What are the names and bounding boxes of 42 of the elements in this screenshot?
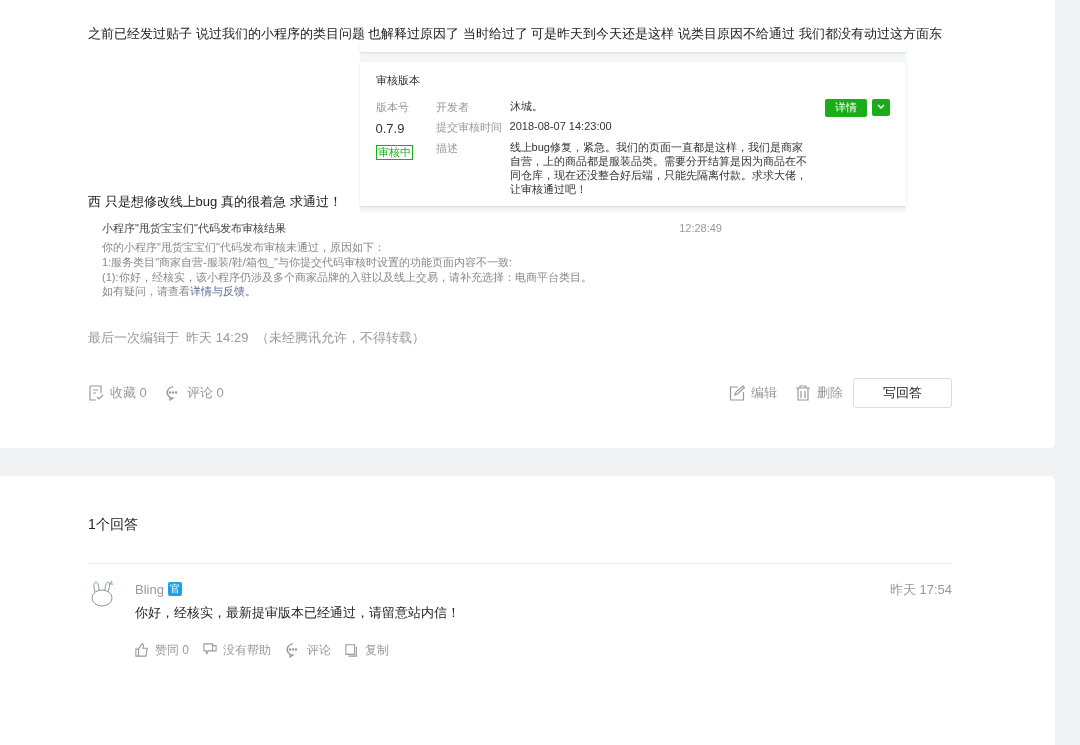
- edit-icon: [729, 384, 745, 401]
- feedback-link[interactable]: 详情与反馈。: [190, 285, 256, 297]
- section-title: 审核版本: [375, 73, 421, 88]
- comment-button[interactable]: 评论 0: [164, 382, 224, 403]
- answer-count: 1个回答: [88, 514, 139, 534]
- post-text: 之前已经发过贴子 说过我们的小程序的类目问题 也解释过原因了 当时给过了 可是昨天到今天还是这样 说类目原因不给通过 我们都没有动过这方面东: [88, 25, 943, 43]
- favorite-button[interactable]: 收藏 0: [88, 382, 147, 403]
- field-label: 提交审核时间: [435, 120, 503, 135]
- message-time: 12:28:49: [679, 220, 722, 236]
- field-label: 版本号: [375, 99, 410, 115]
- author-name[interactable]: Bling: [135, 579, 164, 599]
- field-value: 沐城。: [509, 98, 543, 114]
- dropdown-button[interactable]: [871, 98, 890, 116]
- comment-button[interactable]: 评论: [285, 640, 331, 659]
- copy-button[interactable]: 复制: [345, 640, 389, 659]
- like-button[interactable]: 赞同 0: [135, 640, 189, 659]
- unhelpful-button[interactable]: 没有帮助: [203, 640, 271, 659]
- message-line: (1):你好，经核实，该小程序仍涉及多个商家品牌的入驻以及线上交易，请补充选择：电商平台类目。: [102, 270, 593, 284]
- answer-time: 昨天 17:54: [889, 580, 952, 599]
- field-label: 开发者: [435, 99, 470, 115]
- copy-icon: [345, 642, 359, 657]
- details-button[interactable]: 详情: [824, 98, 867, 117]
- message-line: 如有疑问，请查看详情与反馈。: [102, 284, 257, 298]
- official-badge: 官: [167, 582, 182, 597]
- thumbs-up-icon: [135, 642, 149, 657]
- field-value: 线上bug修复，紧急。我们的页面一直都是这样，我们是商家自营，上的商品都是服装品类。需要分开结算是因为商品在不同仓库，现在还没整合好后端，只能先隔离付款。求求大佬，让审核通过吧！: [509, 139, 808, 196]
- message-line: 你的小程序"甩货宝宝们"代码发布审核未通过，原因如下：: [102, 240, 386, 254]
- answer-text: 你好，经核实，最新提审版本已经通过，请留意站内信！: [135, 604, 461, 622]
- version-number: 0.7.9: [375, 120, 406, 138]
- avatar-drawing: [88, 579, 116, 608]
- status-tag: 审核中: [375, 144, 413, 160]
- field-label: 描述: [435, 140, 459, 156]
- delete-button[interactable]: 删除: [795, 382, 843, 403]
- post-text: 西 只是想修改线上bug 真的很着急 求通过！: [88, 192, 342, 211]
- trash-icon: [795, 384, 811, 401]
- edit-button[interactable]: 编辑: [729, 382, 777, 403]
- write-answer-button[interactable]: 写回答: [853, 377, 952, 408]
- chevron-down-icon: [876, 104, 885, 110]
- field-value: 2018-08-07 14:23:00: [509, 119, 612, 134]
- message-line: 1:服务类目"商家自营-服装/鞋/箱包_"与你提交代码审核时设置的功能页面内容不一致:: [102, 255, 513, 269]
- message-title: 小程序"甩货宝宝们"代码发布审核结果: [102, 220, 286, 236]
- bookmark-check-icon: [88, 384, 104, 401]
